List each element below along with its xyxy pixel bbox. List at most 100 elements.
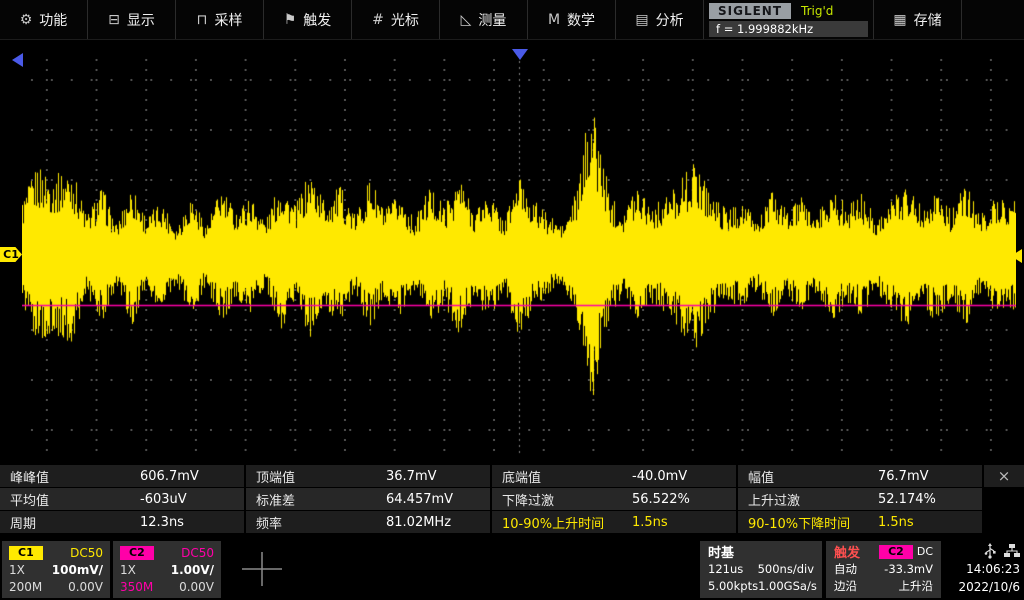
channel2-probe: 1X: [120, 563, 136, 577]
trigger-mode: 自动: [834, 561, 857, 577]
gear-icon: ⚙: [20, 12, 33, 28]
menu-item-label: 功能: [39, 10, 67, 30]
measurement-label: 周期: [0, 513, 140, 532]
measurement-value: 64.457mV: [386, 492, 453, 507]
measurement-cell-top: 顶端值 36.7mV: [246, 465, 490, 487]
channel2-scale: 1.00V/: [171, 563, 214, 577]
trigger-flag-icon: ⚑: [284, 12, 297, 28]
measurement-label: 峰峰值: [0, 467, 140, 486]
trigger-status-block: SIGLENT Trig'd f = 1.999882kHz: [704, 0, 874, 39]
measurement-row: 周期 12.3ns 频率 81.02MHz 10-90%上升时间 1.5ns 9…: [0, 511, 984, 533]
trigger-coupling: DC: [917, 545, 933, 558]
measurement-cell-pkpk: 峰峰值 606.7mV: [0, 465, 244, 487]
menu-item-analysis[interactable]: ▤ 分析: [616, 0, 704, 39]
measurement-cell-base: 底端值 -40.0mV: [492, 465, 736, 487]
measurement-panel-close-button[interactable]: ×: [984, 465, 1024, 487]
measurement-cell-stdev: 标准差 64.457mV: [246, 488, 490, 510]
measurement-value: 36.7mV: [386, 469, 437, 484]
bottom-status-bar: C1 DC50 1X 100mV/ 200M 0.00V C2 DC50 1X …: [0, 540, 1024, 600]
channel1-right-arrow-icon: [1011, 249, 1022, 263]
timebase-scale: 500ns/div: [758, 562, 814, 576]
timebase-title: 时基: [708, 542, 734, 561]
trigger-delay-arrow-icon[interactable]: [12, 53, 23, 67]
display-icon: ⊟: [108, 12, 120, 28]
measurement-cell-rise-overshoot: 上升过激 52.174%: [738, 488, 982, 510]
channel1-scale: 100mV/: [52, 563, 103, 577]
measurement-value: -40.0mV: [632, 469, 687, 484]
channel1-info-box[interactable]: C1 DC50 1X 100mV/ 200M 0.00V: [2, 541, 110, 598]
menu-item-label: 采样: [214, 10, 242, 30]
channel2-coupling: DC50: [181, 546, 214, 560]
channel1-offset-marker[interactable]: C1: [0, 247, 22, 262]
measurement-value: 606.7mV: [140, 469, 199, 484]
measurement-cell-period: 周期 12.3ns: [0, 511, 244, 533]
measurement-cell-rise-time: 10-90%上升时间 1.5ns: [492, 511, 736, 533]
storage-icon: ▦: [893, 12, 906, 28]
menu-item-measure[interactable]: ◺ 测量: [440, 0, 528, 39]
usb-icon: [984, 543, 996, 559]
measurement-cell-amplitude: 幅值 76.7mV: [738, 465, 982, 487]
menu-item-cursor[interactable]: # 光标: [352, 0, 440, 39]
trigger-title: 触发: [834, 542, 860, 561]
clock-time: 14:06:23: [944, 560, 1020, 578]
timebase-samplerate: 1.00GSa/s: [758, 579, 817, 593]
timebase-points: 5.00kpts: [708, 579, 758, 593]
measurement-row: 峰峰值 606.7mV 顶端值 36.7mV 底端值 -40.0mV 幅值 76…: [0, 465, 984, 487]
channel1-probe: 1X: [9, 563, 25, 577]
menu-item-label: 显示: [127, 10, 155, 30]
channel2-offset: 0.00V: [179, 580, 214, 594]
measurement-value: 52.174%: [878, 492, 936, 507]
menu-item-acquire[interactable]: ⊓ 采样: [176, 0, 264, 39]
measurement-value: -603uV: [140, 492, 187, 507]
menu-item-label: 存储: [914, 10, 942, 30]
menu-bar: ⚙ 功能 ⊟ 显示 ⊓ 采样 ⚑ 触发 # 光标 ◺ 测量 M 数学 ▤ 分析: [0, 0, 1024, 40]
clock-date: 2022/10/6: [944, 578, 1020, 596]
menu-item-label: 光标: [391, 10, 419, 30]
channel2-info-box[interactable]: C2 DC50 1X 1.00V/ 350M 0.00V: [113, 541, 221, 598]
menu-item-trigger[interactable]: ⚑ 触发: [264, 0, 352, 39]
measurement-value: 81.02MHz: [386, 515, 451, 530]
channel1-offset: 0.00V: [68, 580, 103, 594]
channel1-badge: C1: [9, 546, 43, 560]
waveform-canvas: [22, 55, 1016, 455]
network-icon: [1004, 544, 1020, 558]
siglent-logo: SIGLENT: [709, 3, 791, 19]
measurement-label: 顶端值: [246, 467, 386, 486]
measurement-value: 1.5ns: [632, 515, 668, 530]
measurement-label: 幅值: [738, 467, 878, 486]
measurement-label: 标准差: [246, 490, 386, 509]
measurement-value: 1.5ns: [878, 515, 914, 530]
measure-icon: ◺: [461, 12, 472, 28]
menu-item-label: 分析: [656, 10, 684, 30]
timebase-box[interactable]: 时基 121us 500ns/div 5.00kpts 1.00GSa/s: [700, 541, 822, 598]
measurement-label: 上升过激: [738, 490, 878, 509]
trigger-position-marker[interactable]: [512, 49, 528, 60]
cursor-icon: #: [372, 12, 384, 28]
measurement-value: 76.7mV: [878, 469, 929, 484]
measurement-value: 56.522%: [632, 492, 690, 507]
measurement-cell-fall-overshoot: 下降过激 56.522%: [492, 488, 736, 510]
timebase-delay: 121us: [708, 562, 743, 576]
menu-item-storage[interactable]: ▦ 存储: [874, 0, 962, 39]
measurement-label: 底端值: [492, 467, 632, 486]
channel1-bandwidth: 200M: [9, 580, 42, 594]
measurement-label: 下降过激: [492, 490, 632, 509]
trigger-box[interactable]: 触发 C2 DC 自动 -33.3mV 边沿 上升沿: [826, 541, 941, 598]
menu-item-display[interactable]: ⊟ 显示: [88, 0, 176, 39]
clock-block: 14:06:23 2022/10/6: [944, 542, 1020, 596]
measurement-panel: 峰峰值 606.7mV 顶端值 36.7mV 底端值 -40.0mV 幅值 76…: [0, 465, 1024, 534]
oscilloscope-screen: ⚙ 功能 ⊟ 显示 ⊓ 采样 ⚑ 触发 # 光标 ◺ 测量 M 数学 ▤ 分析: [0, 0, 1024, 600]
frequency-counter: f = 1.999882kHz: [709, 21, 868, 37]
measurement-value: 12.3ns: [140, 515, 184, 530]
measurement-label: 平均值: [0, 490, 140, 509]
acquire-icon: ⊓: [197, 12, 208, 28]
crosshair-icon: [240, 550, 284, 588]
channel1-coupling: DC50: [70, 546, 103, 560]
measurement-label: 10-90%上升时间: [492, 513, 632, 532]
measurement-label: 90-10%下降时间: [738, 513, 878, 532]
measurement-cell-mean: 平均值 -603uV: [0, 488, 244, 510]
trigger-status-badge: Trig'd: [801, 4, 833, 18]
menu-item-function[interactable]: ⚙ 功能: [0, 0, 88, 39]
menu-item-math[interactable]: M 数学: [528, 0, 616, 39]
measurement-row: 平均值 -603uV 标准差 64.457mV 下降过激 56.522% 上升过…: [0, 488, 984, 510]
